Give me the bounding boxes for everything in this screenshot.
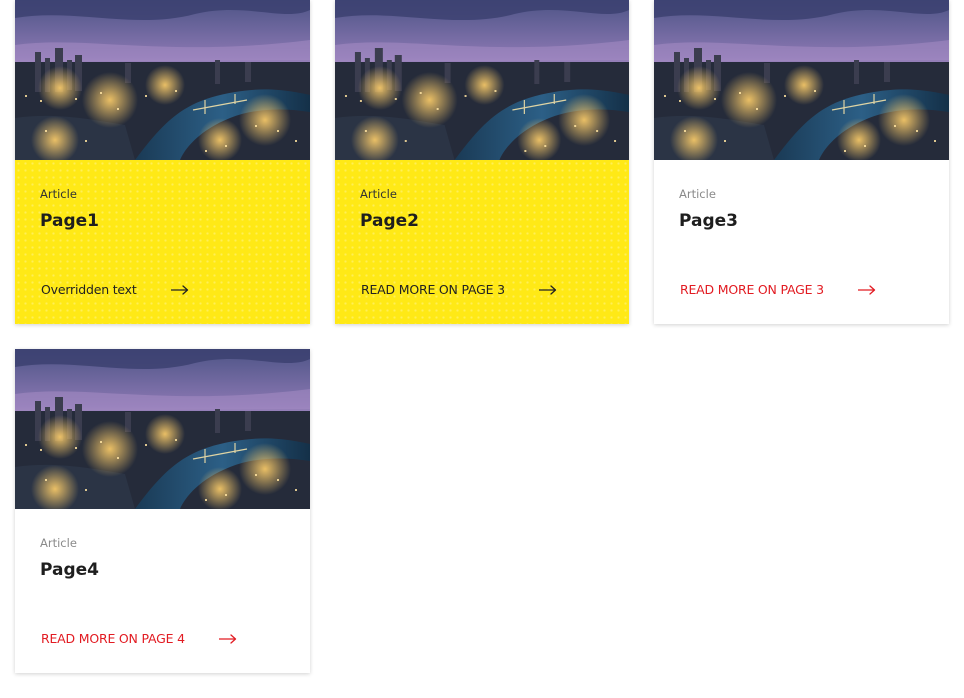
card-title[interactable]: Page4: [40, 560, 99, 580]
card-title[interactable]: Page3: [679, 211, 738, 231]
read-more-label: READ MORE ON PAGE 4: [41, 631, 185, 646]
card-body: Article Page4 READ MORE ON PAGE 4: [15, 509, 310, 673]
card-title[interactable]: Page2: [360, 211, 419, 231]
read-more-link[interactable]: READ MORE ON PAGE 3: [680, 282, 876, 297]
arrow-right-icon: [219, 634, 237, 644]
read-more-link[interactable]: READ MORE ON PAGE 3: [361, 282, 557, 297]
card-page3[interactable]: Article Page3 READ MORE ON PAGE 3: [654, 0, 949, 324]
card-page1[interactable]: Article Page1 Overridden text: [15, 0, 310, 324]
card-type-label: Article: [679, 187, 716, 201]
card-type-label: Article: [40, 187, 77, 201]
city-night-skyline-image: [654, 0, 949, 160]
card-body: Article Page1 Overridden text: [15, 160, 310, 324]
read-more-label: READ MORE ON PAGE 3: [361, 282, 505, 297]
read-more-link[interactable]: Overridden text: [41, 282, 189, 297]
read-more-label: Overridden text: [41, 282, 137, 297]
card-page2[interactable]: Article Page2 READ MORE ON PAGE 3: [335, 0, 629, 324]
card-grid: Article Page1 Overridden text Article Pa…: [0, 0, 964, 698]
arrow-right-icon: [539, 285, 557, 295]
card-body: Article Page3 READ MORE ON PAGE 3: [654, 160, 949, 324]
arrow-right-icon: [858, 285, 876, 295]
card-body: Article Page2 READ MORE ON PAGE 3: [335, 160, 629, 324]
arrow-right-icon: [171, 285, 189, 295]
read-more-link[interactable]: READ MORE ON PAGE 4: [41, 631, 237, 646]
card-title[interactable]: Page1: [40, 211, 99, 231]
city-night-skyline-image: [15, 0, 310, 160]
city-night-skyline-image: [15, 349, 310, 509]
city-night-skyline-image: [335, 0, 629, 160]
card-page4[interactable]: Article Page4 READ MORE ON PAGE 4: [15, 349, 310, 673]
card-type-label: Article: [360, 187, 397, 201]
read-more-label: READ MORE ON PAGE 3: [680, 282, 824, 297]
card-type-label: Article: [40, 536, 77, 550]
